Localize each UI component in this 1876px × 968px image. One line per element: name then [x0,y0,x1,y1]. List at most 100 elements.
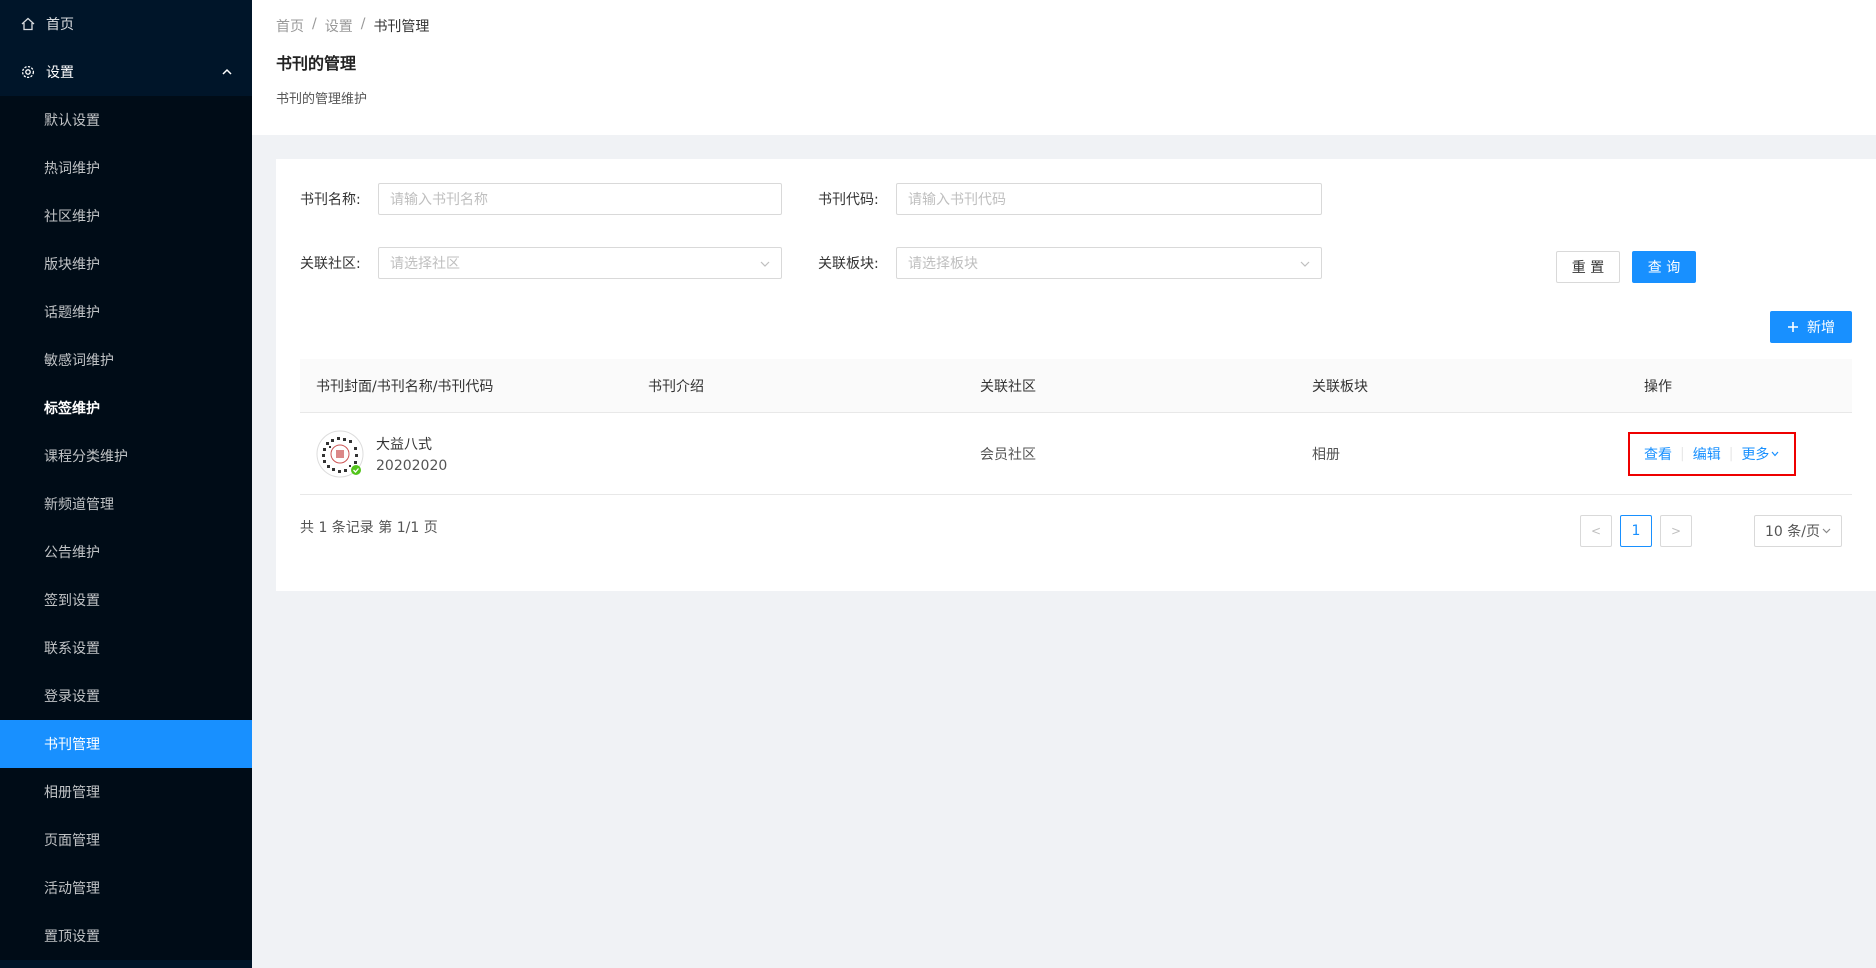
sidebar-item-checkin[interactable]: 签到设置 [0,576,252,624]
page-header: 首页 / 设置 / 书刊管理 书刊的管理 书刊的管理维护 [252,0,1876,135]
add-button-label: 新增 [1807,320,1835,336]
sidebar-item-label: 页面管理 [44,833,100,849]
sidebar-item-settings[interactable]: 设置 [0,48,252,96]
column-header: 关联板块 [1312,378,1368,395]
books-table: 书刊封面/书刊名称/书刊代码 书刊介绍 关联社区 关联板块 操作 大益八式 20… [300,359,1852,495]
breadcrumb: 首页 / 设置 / 书刊管理 [276,16,1852,36]
home-icon [20,16,36,32]
book-code-input[interactable]: 请输入书刊代码 [896,183,1322,215]
breadcrumb-separator: / [360,16,366,32]
sidebar-item-announcements[interactable]: 公告维护 [0,528,252,576]
chevron-down-icon [1300,256,1310,270]
breadcrumb-home[interactable]: 首页 [276,16,304,36]
sidebar-item-label: 活动管理 [44,881,100,897]
filter-block: 关联板块: 请选择板块 [818,247,1322,279]
community-placeholder: 请选择社区 [390,256,460,272]
sidebar-item-label: 首页 [46,17,74,33]
book-name-input[interactable]: 请输入书刊名称 [378,183,782,215]
sidebar-item-label: 联系设置 [44,641,100,657]
sidebar-item-hot-words[interactable]: 热词维护 [0,144,252,192]
book-name-placeholder: 请输入书刊名称 [390,192,488,208]
sidebar-item-sensitive-words[interactable]: 敏感词维护 [0,336,252,384]
page-size-select[interactable]: 10 条/页 [1754,515,1842,547]
block-label: 关联板块: [818,256,879,272]
sidebar-item-label: 敏感词维护 [44,353,114,369]
sidebar-item-label: 话题维护 [44,305,100,321]
page-title: 书刊的管理 [276,54,357,73]
view-link[interactable]: 查看 [1644,444,1672,464]
sidebar-item-home[interactable]: 首页 [0,0,252,48]
sidebar-item-label: 新频道管理 [44,497,114,513]
cell-cover: 大益八式 20202020 [300,430,632,478]
sidebar-item-course-categories[interactable]: 课程分类维护 [0,432,252,480]
sidebar-item-label: 热词维护 [44,161,100,177]
sidebar-item-tags[interactable]: 标签维护 [0,384,252,432]
chevron-down-icon [1771,451,1779,457]
sidebar-item-pinning[interactable]: 置顶设置 [0,912,252,960]
sidebar-item-label: 课程分类维护 [44,449,128,465]
page-description: 书刊的管理维护 [276,92,368,107]
sidebar-item-topics[interactable]: 话题维护 [0,288,252,336]
sidebar-item-label: 置顶设置 [44,929,100,945]
name-label: 书刊名称: [300,192,361,208]
more-dropdown[interactable]: 更多 [1741,444,1779,464]
page-1-button[interactable]: 1 [1620,515,1652,547]
pagination-summary: 共 1 条记录 第 1/1 页 [300,520,438,536]
sidebar-item-label: 社区维护 [44,209,100,225]
add-button[interactable]: 新增 [1770,311,1852,343]
row-actions: 查看 | 编辑 | 更多 [1628,431,1796,476]
edit-link[interactable]: 编辑 [1693,444,1721,464]
sidebar-item-books[interactable]: 书刊管理 [0,720,252,768]
next-page-button[interactable]: > [1660,515,1692,547]
sidebar-item-default-settings[interactable]: 默认设置 [0,96,252,144]
block-select[interactable]: 请选择板块 [896,247,1322,279]
chevron-down-icon [760,256,770,270]
breadcrumb-current: 书刊管理 [373,19,430,35]
content-card: 书刊名称: 请输入书刊名称 书刊代码: 请输入书刊代码 关联社区: 请选择社区 … [276,159,1876,591]
action-divider: | [1680,445,1685,462]
chevron-down-icon [1822,528,1831,534]
book-cover-image[interactable] [316,430,364,478]
sidebar-item-label: 设置 [46,65,74,81]
code-label: 书刊代码: [818,192,879,208]
sidebar-item-pages[interactable]: 页面管理 [0,816,252,864]
query-button[interactable]: 查 询 [1632,251,1696,283]
column-header: 操作 [1644,378,1672,395]
cell-community: 会员社区 [980,446,1036,463]
reset-button[interactable]: 重 置 [1556,251,1620,283]
sidebar-item-label: 相册管理 [44,785,100,801]
page-size-value: 10 条/页 [1765,524,1820,540]
gear-icon [20,64,36,80]
sidebar-item-activities[interactable]: 活动管理 [0,864,252,912]
action-divider: | [1728,445,1734,462]
breadcrumb-settings[interactable]: 设置 [325,16,353,36]
sidebar-item-community[interactable]: 社区维护 [0,192,252,240]
sidebar: 首页 设置 默认设置 热词维护 社区维护 版块维护 话题维护 敏感词维护 标签维… [0,0,252,968]
community-label: 关联社区: [300,256,361,272]
sidebar-item-login[interactable]: 登录设置 [0,672,252,720]
column-header: 书刊介绍 [648,378,704,395]
block-placeholder: 请选择板块 [908,256,978,272]
sidebar-item-label: 公告维护 [44,545,100,561]
book-name: 大益八式 [376,436,432,453]
cell-block: 相册 [1312,446,1340,463]
sidebar-item-label: 登录设置 [44,689,100,705]
filter-community: 关联社区: 请选择社区 [300,247,782,279]
sidebar-item-label: 版块维护 [44,257,100,273]
column-header: 书刊封面/书刊名称/书刊代码 [316,378,494,395]
sidebar-item-label: 书刊管理 [44,737,100,753]
main-content: 首页 / 设置 / 书刊管理 书刊的管理 书刊的管理维护 书刊名称: 请输入书刊… [252,0,1876,968]
book-info: 大益八式 20202020 [376,434,447,474]
prev-page-button[interactable]: < [1580,515,1612,547]
table-row: 大益八式 20202020 会员社区 相册 查看 | 编辑 | 更多 [300,413,1852,495]
book-code-placeholder: 请输入书刊代码 [908,192,1006,208]
community-select[interactable]: 请选择社区 [378,247,782,279]
sidebar-item-blocks[interactable]: 版块维护 [0,240,252,288]
more-label: 更多 [1741,446,1770,463]
sidebar-item-label: 默认设置 [44,113,100,129]
sidebar-item-albums[interactable]: 相册管理 [0,768,252,816]
filter-code: 书刊代码: 请输入书刊代码 [818,183,1322,215]
sidebar-item-contact[interactable]: 联系设置 [0,624,252,672]
sidebar-item-channels[interactable]: 新频道管理 [0,480,252,528]
sidebar-item-label: 标签维护 [44,401,100,417]
